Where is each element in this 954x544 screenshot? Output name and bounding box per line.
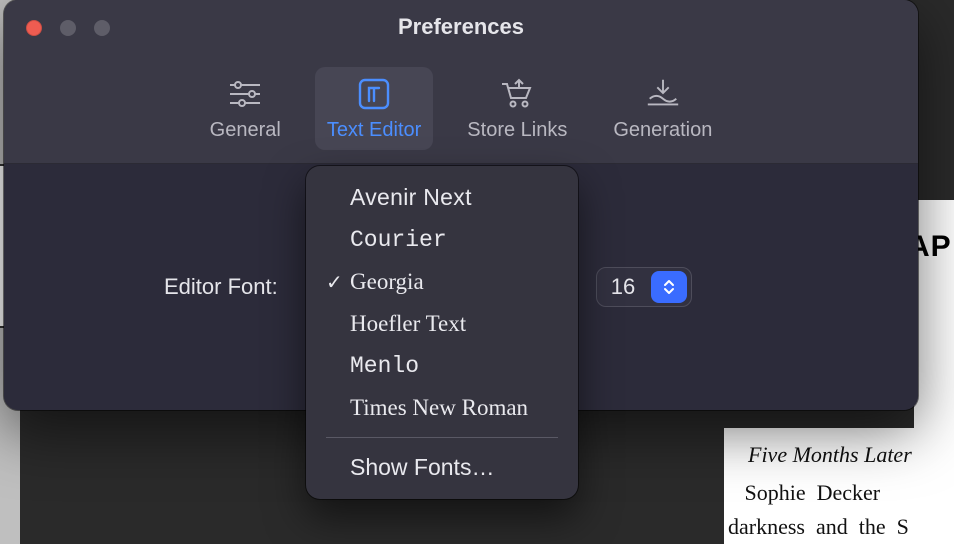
tab-generation[interactable]: Generation xyxy=(601,67,724,150)
titlebar: Preferences xyxy=(4,0,918,54)
minimize-window-button[interactable] xyxy=(60,20,76,36)
tab-label: Text Editor xyxy=(327,119,421,142)
font-size-stepper[interactable] xyxy=(651,271,687,303)
font-option-label: Avenir Next xyxy=(350,184,562,211)
font-option-label: Menlo xyxy=(350,353,562,379)
font-size-value: 16 xyxy=(597,274,649,300)
sliders-icon xyxy=(226,77,264,111)
show-fonts-label: Show Fonts… xyxy=(350,454,562,481)
editor-font-label: Editor Font: xyxy=(164,274,278,300)
font-option-label: Times New Roman xyxy=(350,395,562,421)
window-controls xyxy=(26,20,110,36)
tab-store-links[interactable]: Store Links xyxy=(455,67,579,150)
window-title: Preferences xyxy=(4,14,918,40)
tab-label: Generation xyxy=(613,119,712,142)
font-dropdown-menu: Avenir Next Courier ✓ Georgia Hoefler Te… xyxy=(306,166,578,499)
check-icon: ✓ xyxy=(326,270,350,295)
background-doc-body: Sophie Decker darkness and the S xyxy=(728,476,954,544)
font-option-menlo[interactable]: Menlo xyxy=(312,345,572,387)
menu-separator xyxy=(326,437,558,438)
font-option-courier[interactable]: Courier xyxy=(312,219,572,261)
chevrons-up-down-icon xyxy=(660,278,678,296)
tab-label: Store Links xyxy=(467,119,567,142)
tab-text-editor[interactable]: Text Editor xyxy=(315,67,433,150)
font-option-georgia[interactable]: ✓ Georgia xyxy=(312,261,572,303)
tab-label: General xyxy=(210,119,281,142)
font-option-hoefler-text[interactable]: Hoefler Text xyxy=(312,303,572,345)
text-editor-icon xyxy=(355,77,393,111)
background-doc-heading: Five Months Later xyxy=(728,438,954,472)
font-option-times-new-roman[interactable]: Times New Roman xyxy=(312,387,572,429)
font-size-field[interactable]: 16 xyxy=(596,267,692,307)
font-option-avenir-next[interactable]: Avenir Next xyxy=(312,176,572,219)
close-window-button[interactable] xyxy=(26,20,42,36)
cart-icon xyxy=(498,77,536,111)
generation-icon xyxy=(644,77,682,111)
preferences-toolbar: General Text Editor Store xyxy=(4,54,918,164)
font-option-label: Hoefler Text xyxy=(350,311,562,337)
background-doc-text: Five Months Later Sophie Decker darkness… xyxy=(724,428,954,544)
zoom-window-button[interactable] xyxy=(94,20,110,36)
show-fonts-item[interactable]: Show Fonts… xyxy=(312,446,572,489)
font-option-label: Georgia xyxy=(350,269,562,295)
tab-general[interactable]: General xyxy=(198,67,293,150)
font-option-label: Courier xyxy=(350,227,562,253)
